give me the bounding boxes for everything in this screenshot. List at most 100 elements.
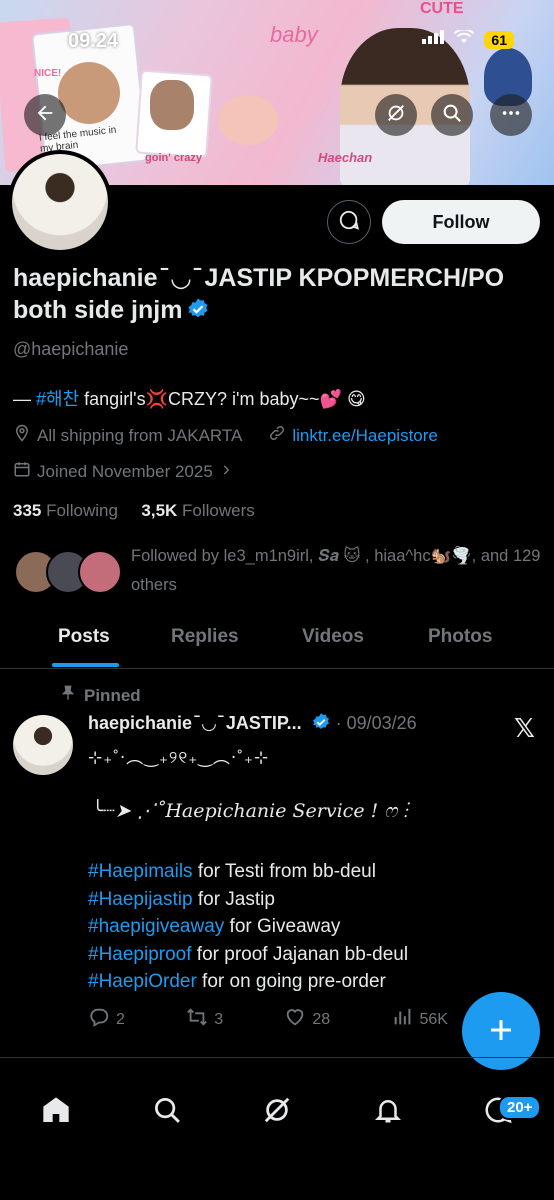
message-icon <box>338 209 360 236</box>
hashtag-link[interactable]: #Haepijastip <box>88 889 193 910</box>
following-count: 335 <box>13 501 42 520</box>
post-avatar[interactable] <box>13 715 73 775</box>
chevron-right-icon <box>219 462 233 482</box>
post-date: · 09/03/26 <box>335 713 417 733</box>
profile-meta-row: All shipping from JAKARTA linktr.ee/Haep… <box>13 424 438 447</box>
banner-sticker-haechan: Haechan <box>318 150 373 165</box>
profile-website-link[interactable]: linktr.ee/Haepistore <box>292 426 438 446</box>
bio-prefix: — <box>13 389 37 409</box>
hashtag-link[interactable]: #Haepimails <box>88 861 193 882</box>
reply-icon <box>88 1006 110 1033</box>
post-hashtags: #Haepimails for Testi from bb-deul #Haep… <box>88 858 408 996</box>
compose-icon <box>486 1007 516 1055</box>
nav-home[interactable] <box>36 1092 76 1132</box>
hashtag-line: #Haepimails for Testi from bb-deul <box>88 858 408 886</box>
more-button[interactable] <box>490 94 532 136</box>
hashtag-line: #HaepiOrder for on going pre-order <box>88 968 408 996</box>
bio-hashtag-link[interactable]: #해찬 <box>36 389 79 409</box>
hashtag-desc: for Giveaway <box>224 916 341 937</box>
profile-avatar[interactable] <box>8 150 112 254</box>
hashtag-link[interactable]: #HaepiOrder <box>88 971 197 992</box>
status-time: 09.24 <box>68 30 119 52</box>
followers-label: Followers <box>177 501 255 520</box>
following-link[interactable]: 335 Following <box>13 501 118 520</box>
hashtag-line: #haepigiveaway for Giveaway <box>88 913 408 941</box>
notifications-icon <box>373 1095 403 1130</box>
post-actions: 2 3 28 56K <box>88 1006 448 1033</box>
profile-handle: @haepichanie <box>13 339 129 359</box>
avatar <box>78 550 122 594</box>
profile-tabs: Posts Replies Videos Photos <box>0 620 554 669</box>
profile-bio: — #해찬 fangirl's💢CRZY? i'm baby~~💕 😋 <box>13 385 366 411</box>
nav-explore[interactable] <box>147 1092 187 1132</box>
views-icon <box>392 1006 414 1033</box>
nav-grok[interactable] <box>257 1092 297 1132</box>
nav-notifications[interactable] <box>368 1092 408 1132</box>
active-tab-indicator <box>52 663 119 667</box>
profile-joined-row[interactable]: Joined November 2025 <box>13 460 233 483</box>
back-button[interactable] <box>24 94 66 136</box>
wifi-icon <box>454 28 475 49</box>
back-arrow-icon <box>34 102 56 129</box>
search-button[interactable] <box>431 94 473 136</box>
hashtag-desc: for on going pre-order <box>196 971 386 992</box>
like-button[interactable]: 28 <box>284 1006 330 1033</box>
following-label: Following <box>41 501 118 520</box>
followed-by-text[interactable]: Followed by le3_m1n9irl, 𝑺𝒂 🐱 , hiaa^hc🐿… <box>131 542 541 600</box>
compose-button[interactable] <box>462 992 540 1070</box>
views-button[interactable]: 56K <box>392 1006 448 1033</box>
profile-joined: Joined November 2025 <box>37 461 213 481</box>
banner-sticker-goin: goin' crazy <box>145 152 203 164</box>
grok-icon <box>385 102 407 129</box>
hashtag-desc: for proof Jajanan bb-deul <box>191 943 409 965</box>
home-icon <box>40 1094 72 1131</box>
message-button[interactable] <box>327 200 371 244</box>
post-header: haepichanie ̄ ◡ ̄ JASTIP... · 09/03/26 <box>88 712 417 737</box>
banner-sticker-baby: baby <box>270 22 318 47</box>
follow-button[interactable]: Follow <box>382 200 540 244</box>
views-count: 56K <box>419 1010 448 1028</box>
bottom-nav <box>0 1080 554 1160</box>
link-icon <box>268 424 286 447</box>
hashtag-line: #Haepiproof for proof Jajanan bb-deul <box>88 941 408 969</box>
follow-counts: 335 Following 3,5K Followers <box>13 501 255 521</box>
repost-button[interactable]: 3 <box>186 1006 223 1033</box>
hashtag-desc: for Testi from bb-deul <box>192 861 376 882</box>
pinned-label: Pinned <box>60 685 141 706</box>
followers-count: 3,5K <box>141 501 178 520</box>
repost-icon <box>186 1006 208 1033</box>
pin-icon <box>60 685 76 706</box>
calendar-icon <box>13 460 31 483</box>
more-icon <box>500 102 522 129</box>
post-author[interactable]: haepichanie ̄ ◡ ̄ JASTIP... <box>88 713 302 733</box>
hashtag-desc: for Jastip <box>192 888 275 910</box>
search-icon <box>441 102 463 129</box>
banner-sticker-cute: CUTE <box>420 0 464 17</box>
like-count: 28 <box>312 1010 331 1028</box>
post-deco-line: ⊹₊˚‧︵‿₊୨୧₊‿︵‧˚₊⊹ <box>88 748 270 767</box>
reply-count: 2 <box>116 1010 125 1028</box>
status-icons: 61 <box>422 28 514 49</box>
tab-posts[interactable]: Posts <box>58 626 110 648</box>
tab-replies[interactable]: Replies <box>171 626 239 648</box>
banner-sticker-nice: NICE! <box>34 68 62 79</box>
display-name: haepichanie ̄ ◡ ̄ JASTIP KPOPMERCH/PO bo… <box>13 262 533 329</box>
grok-button[interactable] <box>375 94 417 136</box>
repost-count: 3 <box>214 1010 224 1028</box>
post-divider <box>0 1057 554 1058</box>
messages-badge: 20+ <box>498 1095 542 1120</box>
followers-link[interactable]: 3,5K Followers <box>141 501 254 520</box>
battery-indicator: 61 <box>484 30 514 49</box>
x-logo-icon: 𝕏 <box>514 713 535 743</box>
explore-icon <box>152 1095 182 1130</box>
location-icon <box>13 424 31 447</box>
display-name-text: haepichanie ̄ ◡ ̄ JASTIP KPOPMERCH/PO bo… <box>13 264 505 324</box>
tab-photos[interactable]: Photos <box>428 626 492 648</box>
hashtag-link[interactable]: #Haepiproof <box>88 944 192 965</box>
tab-videos[interactable]: Videos <box>302 626 364 648</box>
grok-icon <box>262 1095 292 1130</box>
post-service-line: ╰┈➤ ⋰˚Haepichanie Service ! ෆ ⋮ <box>92 800 408 822</box>
reply-button[interactable]: 2 <box>88 1006 125 1033</box>
hashtag-link[interactable]: #haepigiveaway <box>88 916 224 937</box>
hashtag-line: #Haepijastip for Jastip <box>88 886 408 914</box>
